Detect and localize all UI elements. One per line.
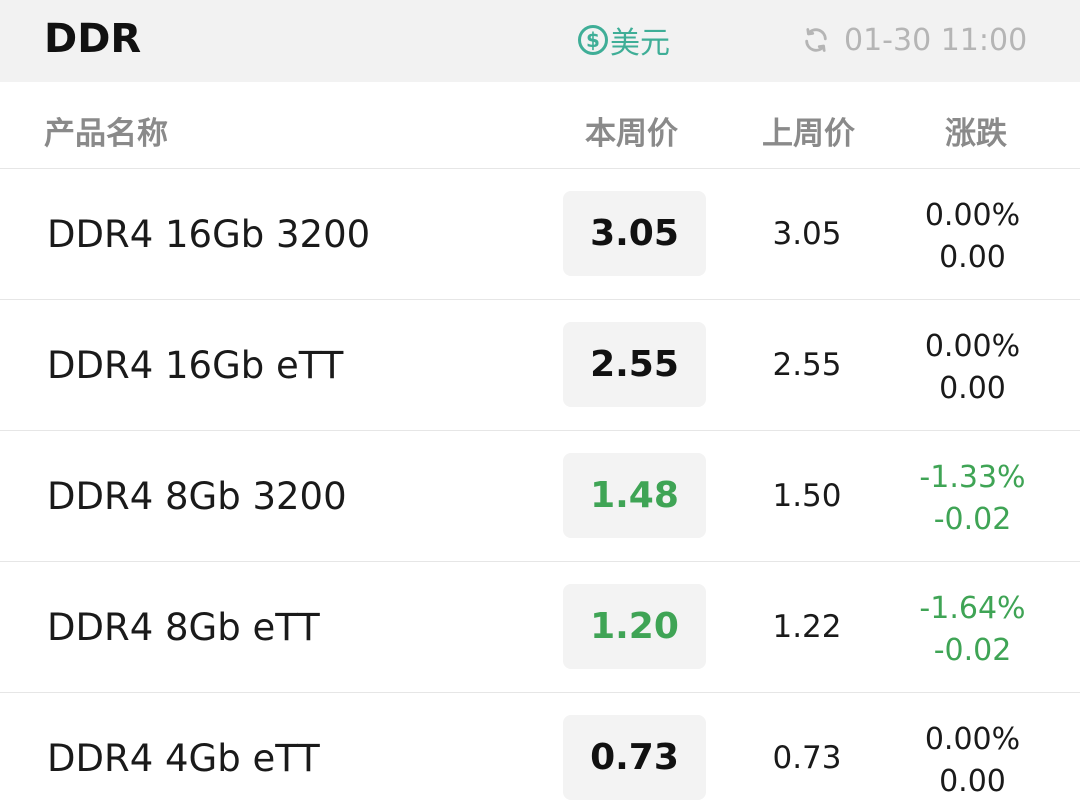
product-name: DDR4 8Gb 3200 bbox=[47, 475, 347, 518]
product-name: DDR4 8Gb eTT bbox=[47, 606, 320, 649]
price-change: 0.00% 0.00 bbox=[905, 326, 1040, 410]
change-percent: -1.64% bbox=[919, 591, 1026, 626]
page-title: DDR bbox=[44, 16, 142, 62]
table-row[interactable]: DDR4 8Gb 3200 1.48 1.50 -1.33% -0.02 bbox=[0, 431, 1080, 562]
price-change: 0.00% 0.00 bbox=[905, 195, 1040, 279]
last-week-price: 3.05 bbox=[772, 216, 842, 252]
this-week-price: 3.05 bbox=[563, 191, 706, 276]
table-header: 产品名称 本周价 上周价 涨跌 bbox=[0, 82, 1080, 169]
table-row[interactable]: DDR4 16Gb 3200 3.05 3.05 0.00% 0.00 bbox=[0, 169, 1080, 300]
last-week-price: 2.55 bbox=[772, 347, 842, 383]
last-week-price: 1.50 bbox=[772, 478, 842, 514]
change-amount: 0.00 bbox=[939, 240, 1006, 275]
product-name: DDR4 16Gb eTT bbox=[47, 344, 344, 387]
column-header-last-week[interactable]: 上周价 bbox=[762, 108, 855, 153]
change-amount: 0.00 bbox=[939, 764, 1006, 799]
this-week-price: 0.73 bbox=[563, 715, 706, 800]
update-time: 01-30 11:00 bbox=[844, 22, 1028, 58]
price-change: -1.64% -0.02 bbox=[905, 588, 1040, 672]
column-header-change[interactable]: 涨跌 bbox=[945, 108, 1007, 153]
change-amount: -0.02 bbox=[933, 502, 1012, 537]
last-week-price: 1.22 bbox=[772, 609, 842, 645]
price-change: 0.00% 0.00 bbox=[905, 719, 1040, 803]
change-percent: -1.33% bbox=[919, 460, 1026, 495]
column-header-name: 产品名称 bbox=[44, 116, 168, 152]
change-amount: -0.02 bbox=[933, 633, 1012, 668]
product-name: DDR4 4Gb eTT bbox=[47, 737, 320, 780]
price-change: -1.33% -0.02 bbox=[905, 457, 1040, 541]
table-row[interactable]: DDR4 8Gb eTT 1.20 1.22 -1.64% -0.02 bbox=[0, 562, 1080, 693]
table-row[interactable]: DDR4 4Gb eTT 0.73 0.73 0.00% 0.00 bbox=[0, 693, 1080, 805]
change-amount: 0.00 bbox=[939, 371, 1006, 406]
this-week-price: 1.20 bbox=[563, 584, 706, 669]
refresh-control[interactable]: 01-30 11:00 bbox=[802, 20, 1027, 60]
currency-toggle[interactable]: $ 美元 bbox=[578, 20, 670, 61]
table-row[interactable]: DDR4 16Gb eTT 2.55 2.55 0.00% 0.00 bbox=[0, 300, 1080, 431]
dollar-icon: $ bbox=[578, 25, 608, 55]
product-name: DDR4 16Gb 3200 bbox=[47, 213, 371, 256]
currency-label: 美元 bbox=[610, 26, 670, 61]
change-percent: 0.00% bbox=[924, 722, 1021, 757]
last-week-price: 0.73 bbox=[772, 740, 842, 776]
change-percent: 0.00% bbox=[924, 198, 1021, 233]
column-header-this-week[interactable]: 本周价 bbox=[585, 108, 678, 153]
this-week-price: 2.55 bbox=[563, 322, 706, 407]
this-week-price: 1.48 bbox=[563, 453, 706, 538]
change-percent: 0.00% bbox=[924, 329, 1021, 364]
refresh-icon bbox=[805, 28, 827, 52]
top-bar: DDR $ 美元 01-30 11:00 bbox=[0, 0, 1080, 82]
